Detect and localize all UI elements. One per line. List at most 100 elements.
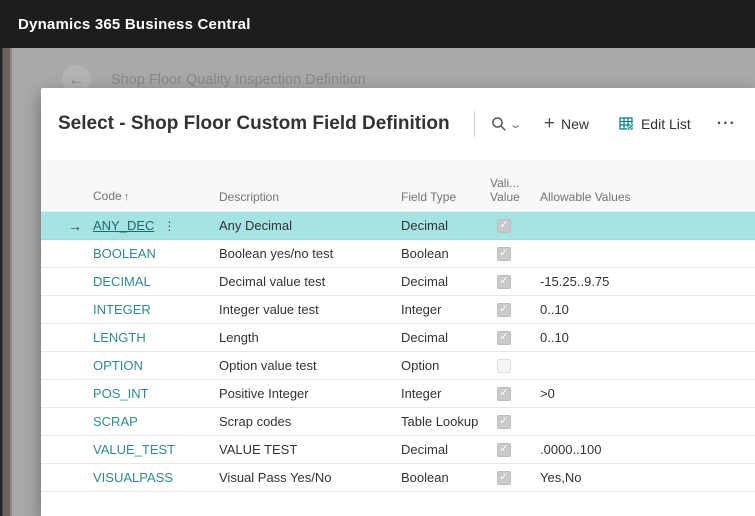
description-cell: Integer value test	[219, 302, 319, 317]
validate-checkbox: ✓	[497, 386, 511, 401]
toolbar-divider	[473, 111, 475, 137]
breadcrumb-label: Shop Floor Quality Inspection Definition	[111, 72, 366, 88]
select-dialog: Select - Shop Floor Custom Field Definit…	[41, 88, 755, 516]
validate-header-line1: Vali...	[490, 176, 520, 190]
edit-list-button[interactable]: Edit List	[617, 112, 693, 136]
sort-ascending-icon: ↑	[123, 191, 130, 203]
more-options-button[interactable]: ···	[713, 115, 740, 133]
nav-sliver	[0, 48, 12, 516]
code-header-label: Code	[93, 189, 122, 203]
validate-checkbox: ✓	[497, 470, 511, 485]
validate-checkbox: ✓	[497, 246, 511, 261]
chevron-down-icon[interactable]: ⌄	[509, 118, 522, 131]
code-link[interactable]: DECIMAL	[93, 274, 151, 289]
table-row[interactable]: SCRAP Scrap codes Table Lookup ✓	[41, 408, 755, 436]
field-definition-table: Code ↑ Description Field Type Vali... Val…	[41, 160, 755, 492]
validate-header-line2: Value	[490, 190, 520, 204]
allowable-values-cell: 0..10	[540, 330, 569, 345]
allowable-values-cell: 0..10	[540, 302, 569, 317]
validate-value-cell: ✓	[481, 218, 527, 233]
validate-value-cell	[481, 358, 527, 373]
code-link[interactable]: LENGTH	[93, 330, 146, 345]
validate-checkbox: ✓	[497, 218, 511, 233]
table-row[interactable]: LENGTH Length Decimal ✓ 0..10	[41, 324, 755, 352]
description-cell: Scrap codes	[219, 414, 292, 429]
validate-checkbox: ✓	[497, 274, 511, 289]
table-row[interactable]: → ANY_DEC ⋮ Any Decimal Decimal ✓	[41, 212, 755, 240]
validate-checkbox: ✓	[497, 330, 511, 345]
table-header-row: Code ↑ Description Field Type Vali... Val…	[41, 160, 755, 212]
field-type-cell: Decimal	[401, 330, 448, 345]
allowable-values-cell: .0000..100	[540, 442, 602, 457]
column-header-field-type[interactable]: Field Type	[393, 190, 481, 211]
back-arrow-icon: ←	[68, 69, 85, 89]
code-link[interactable]: SCRAP	[93, 414, 138, 429]
dialog-toolbar: ⌄ + New Edit List ···	[473, 111, 740, 137]
validate-checkbox	[497, 358, 511, 373]
field-type-cell: Decimal	[401, 442, 448, 457]
column-header-code[interactable]: Code ↑	[85, 189, 211, 211]
new-button-label: New	[560, 116, 589, 132]
new-button[interactable]: + New	[542, 112, 591, 136]
validate-checkbox: ✓	[497, 302, 511, 317]
code-link[interactable]: INTEGER	[93, 302, 151, 317]
column-header-validate-value[interactable]: Vali... Value	[481, 176, 527, 211]
description-cell: Length	[219, 330, 259, 345]
breadcrumb: ← Shop Floor Quality Inspection Definiti…	[0, 48, 755, 94]
allowable-values-cell: >0	[540, 386, 555, 401]
field-type-cell: Table Lookup	[401, 414, 479, 429]
code-link[interactable]: POS_INT	[93, 386, 149, 401]
column-header-description[interactable]: Description	[211, 190, 393, 211]
description-cell: Any Decimal	[219, 218, 292, 233]
search-button[interactable]: ⌄	[491, 116, 522, 132]
validate-checkbox: ✓	[497, 442, 511, 457]
field-type-cell: Decimal	[401, 218, 448, 233]
description-cell: Visual Pass Yes/No	[219, 470, 332, 485]
allowable-values-cell: -15.25..9.75	[540, 274, 610, 289]
validate-value-cell: ✓	[481, 386, 527, 401]
description-cell: Boolean yes/no test	[219, 246, 334, 261]
field-type-cell: Integer	[401, 386, 442, 401]
field-type-cell: Decimal	[401, 274, 448, 289]
description-cell: Positive Integer	[219, 386, 309, 401]
validate-value-cell: ✓	[481, 414, 527, 429]
table-row[interactable]: DECIMAL Decimal value test Decimal ✓ -15…	[41, 268, 755, 296]
field-type-cell: Option	[401, 358, 440, 373]
search-icon	[491, 116, 507, 132]
code-link[interactable]: VALUE_TEST	[93, 442, 175, 457]
validate-value-cell: ✓	[481, 274, 527, 289]
row-options-icon[interactable]: ⋮	[163, 220, 175, 232]
app-top-bar: Dynamics 365 Business Central	[0, 0, 755, 48]
validate-value-cell: ✓	[481, 470, 527, 485]
dialog-header: Select - Shop Floor Custom Field Definit…	[41, 88, 755, 140]
plus-icon: +	[543, 113, 555, 134]
table-row[interactable]: VISUALPASS Visual Pass Yes/No Boolean ✓ …	[41, 464, 755, 492]
code-link[interactable]: ANY_DEC	[93, 218, 154, 233]
code-link[interactable]: BOOLEAN	[93, 246, 156, 261]
field-type-cell: Boolean	[401, 246, 449, 261]
page-title: Select - Shop Floor Custom Field Definit…	[58, 113, 450, 134]
validate-value-cell: ✓	[481, 246, 527, 261]
column-header-allowable-values[interactable]: Allowable Values	[527, 190, 755, 211]
table-row[interactable]: INTEGER Integer value test Integer ✓ 0..…	[41, 296, 755, 324]
validate-value-cell: ✓	[481, 442, 527, 457]
table-body: → ANY_DEC ⋮ Any Decimal Decimal ✓ BOOLEA…	[41, 212, 755, 492]
validate-value-cell: ✓	[481, 330, 527, 345]
column-header-selection	[41, 204, 85, 211]
field-type-cell: Integer	[401, 302, 442, 317]
edit-list-icon	[619, 116, 635, 132]
description-cell: Decimal value test	[219, 274, 326, 289]
allowable-values-cell: Yes,No	[540, 470, 582, 485]
validate-value-cell: ✓	[481, 302, 527, 317]
description-cell: Option value test	[219, 358, 317, 373]
table-row[interactable]: BOOLEAN Boolean yes/no test Boolean ✓	[41, 240, 755, 268]
row-selection-marker: →	[68, 217, 82, 234]
table-row[interactable]: POS_INT Positive Integer Integer ✓ >0	[41, 380, 755, 408]
table-row[interactable]: OPTION Option value test Option	[41, 352, 755, 380]
validate-checkbox: ✓	[497, 414, 511, 429]
code-link[interactable]: OPTION	[93, 358, 143, 373]
app-title[interactable]: Dynamics 365 Business Central	[18, 16, 251, 33]
table-row[interactable]: VALUE_TEST VALUE TEST Decimal ✓ .0000..1…	[41, 436, 755, 464]
code-link[interactable]: VISUALPASS	[93, 470, 173, 485]
field-type-cell: Boolean	[401, 470, 449, 485]
